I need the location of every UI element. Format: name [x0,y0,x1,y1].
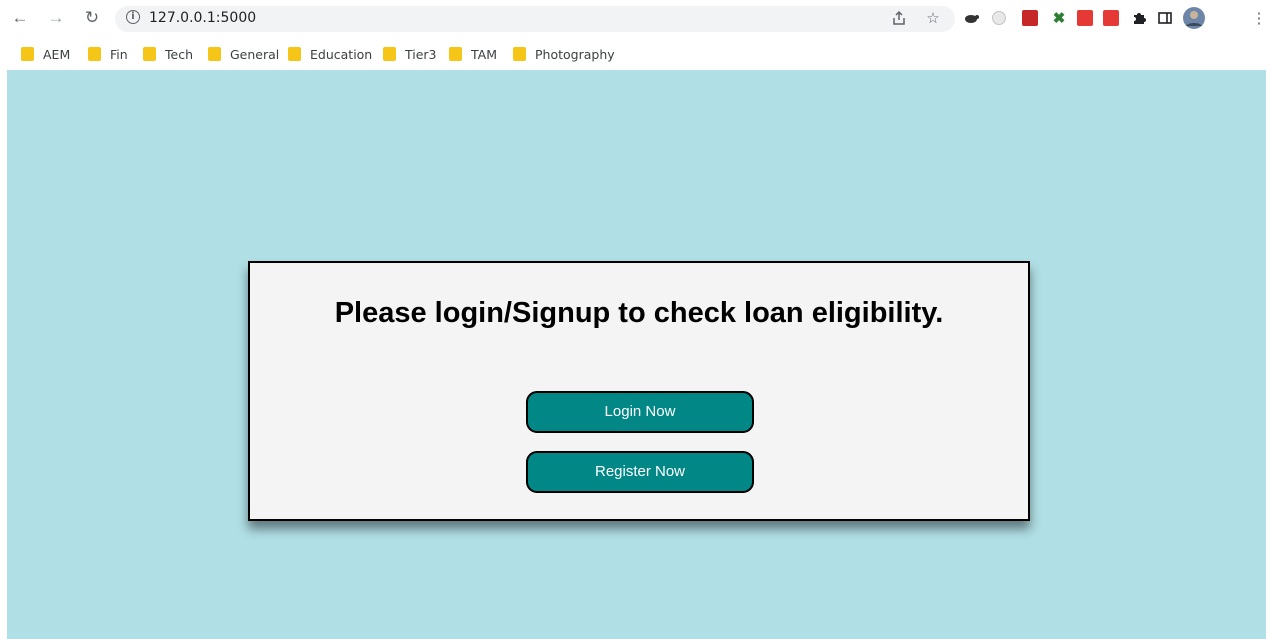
url-text: 127.0.0.1:5000 [149,10,257,26]
adobe-extension-icon[interactable] [1103,10,1119,26]
page-viewport: Please login/Signup to check loan eligib… [7,70,1266,639]
bookmark-folder[interactable]: Photography [513,45,615,63]
bookmark-folder[interactable]: Education [288,45,372,63]
folder-icon [513,47,526,61]
bookmark-folder[interactable]: Fin [88,45,128,63]
back-button[interactable]: ← [8,6,32,30]
folder-icon [143,47,156,61]
bookmark-label: Photography [535,46,615,62]
bookmark-folder[interactable]: Tier3 [383,45,437,63]
arrow-left-icon: ← [11,8,29,27]
red-extension-icon[interactable] [1022,10,1038,26]
bookmark-label: Tech [165,46,193,62]
folder-icon [449,47,462,61]
green-extension-icon[interactable]: ✖ [1050,9,1068,27]
avatar[interactable] [1183,7,1205,29]
browser-toolbar: ← → ↻ i 127.0.0.1:5000 ☆ ✖ ⋮ [0,0,1273,38]
bookmark-label: TAM [471,46,498,62]
folder-icon [288,47,301,61]
browser-chrome: ← → ↻ i 127.0.0.1:5000 ☆ ✖ ⋮ AEM Fin Tec… [0,0,1273,70]
bookmark-label: AEM [43,46,71,62]
login-button[interactable]: Login Now [526,391,754,433]
bookmark-label: Tier3 [405,46,437,62]
folder-icon [383,47,396,61]
info-icon[interactable]: i [126,10,140,24]
bookmark-label: General [230,46,280,62]
address-bar[interactable]: i 127.0.0.1:5000 [115,6,955,32]
bookmark-folder[interactable]: AEM [21,45,70,63]
side-panel-icon[interactable] [1156,9,1174,27]
folder-icon [21,47,34,61]
bookmark-label: Education [310,46,373,62]
login-prompt-card: Please login/Signup to check loan eligib… [248,261,1030,521]
star-icon[interactable]: ☆ [924,9,942,27]
bookmark-label: Fin [110,46,128,62]
turtle-extension-icon[interactable] [962,9,980,27]
puzzle-icon[interactable] [1130,9,1148,27]
bookmark-folder[interactable]: TAM [449,45,497,63]
folder-icon [88,47,101,61]
forward-button[interactable]: → [44,6,68,30]
bookmark-folder[interactable]: Tech [143,45,193,63]
reload-icon: ↻ [84,8,100,27]
page-title: Please login/Signup to check loan eligib… [334,297,944,329]
adobe-acrobat-icon[interactable] [1077,10,1093,26]
bookmark-folder[interactable]: General [208,45,279,63]
bookmarks-bar: AEM Fin Tech General Education Tier3 TAM [0,40,1273,68]
kebab-menu-icon[interactable]: ⋮ [1252,9,1267,27]
register-button[interactable]: Register Now [526,451,754,493]
arrow-right-icon: → [47,8,65,27]
circle-extension-icon[interactable] [990,9,1008,27]
reload-button[interactable]: ↻ [80,6,104,30]
share-icon[interactable] [890,9,908,27]
folder-icon [208,47,221,61]
